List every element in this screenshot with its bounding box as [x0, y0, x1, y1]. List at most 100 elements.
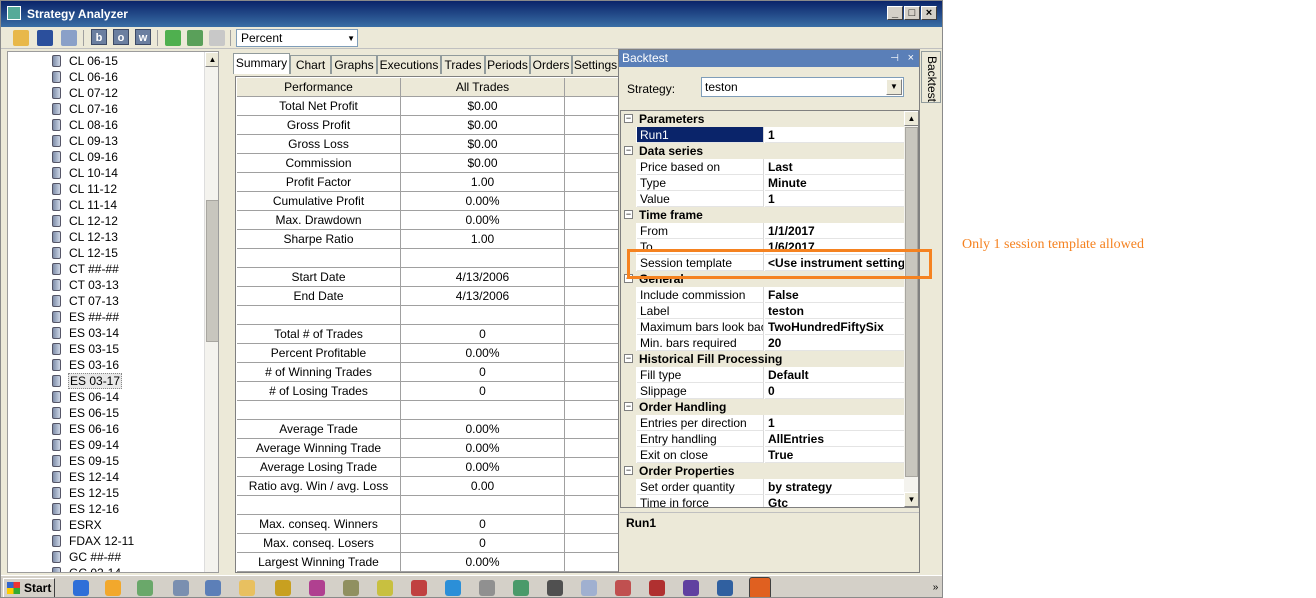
instrument-item[interactable]: ES 03-14: [8, 325, 204, 341]
browser-icon[interactable]: [749, 577, 771, 597]
instrument-item[interactable]: ESRX: [8, 517, 204, 533]
scroll-up-icon[interactable]: ▲: [205, 52, 218, 67]
firefox-icon[interactable]: [105, 580, 121, 596]
tab-chart[interactable]: Chart: [290, 55, 331, 74]
instrument-scrollbar[interactable]: ▲: [204, 52, 218, 572]
property-row[interactable]: Fill type Default: [621, 367, 904, 383]
instrument-item[interactable]: CL 08-16: [8, 117, 204, 133]
instrument-item[interactable]: ES 06-14: [8, 389, 204, 405]
property-value[interactable]: teston: [765, 303, 904, 319]
instrument-item[interactable]: CL 12-15: [8, 245, 204, 261]
property-category[interactable]: − Order Properties: [621, 463, 904, 479]
edit-icon[interactable]: [187, 30, 203, 46]
maximize-button[interactable]: □: [904, 6, 920, 20]
property-value[interactable]: 1: [765, 191, 904, 207]
property-value[interactable]: 1: [765, 127, 904, 143]
print-icon[interactable]: [61, 30, 77, 46]
property-row[interactable]: From 1/1/2017: [621, 223, 904, 239]
collapse-icon[interactable]: −: [624, 210, 633, 219]
instrument-item[interactable]: CL 07-16: [8, 101, 204, 117]
folder-icon[interactable]: [239, 580, 255, 596]
instrument-item[interactable]: ES 06-16: [8, 421, 204, 437]
instrument-item[interactable]: CT 03-13: [8, 277, 204, 293]
instrument-item[interactable]: ES ##-##: [8, 309, 204, 325]
save-icon[interactable]: [37, 30, 53, 46]
property-category[interactable]: − Time frame: [621, 207, 904, 223]
search-icon[interactable]: [615, 580, 631, 596]
b-button[interactable]: b: [91, 29, 107, 45]
property-value[interactable]: 1: [765, 415, 904, 431]
strategy-select[interactable]: teston ▼: [701, 77, 904, 97]
property-value[interactable]: False: [765, 287, 904, 303]
instrument-item[interactable]: CL 12-13: [8, 229, 204, 245]
instrument-item[interactable]: CL 06-15: [8, 53, 204, 69]
collapse-icon[interactable]: −: [624, 402, 633, 411]
collapse-icon[interactable]: −: [624, 114, 633, 123]
property-category[interactable]: − Historical Fill Processing: [621, 351, 904, 367]
tab-settings[interactable]: Settings: [572, 55, 619, 74]
property-row[interactable]: Time in force Gtc: [621, 495, 904, 507]
ninjatrader-icon[interactable]: [411, 580, 427, 596]
property-value[interactable]: TwoHundredFiftySix: [765, 319, 904, 335]
display-unit-select[interactable]: Percent ▼: [236, 29, 358, 47]
close-button[interactable]: ×: [921, 6, 937, 20]
tab-periods[interactable]: Periods: [485, 55, 530, 74]
network-icon[interactable]: [205, 580, 221, 596]
instrument-item[interactable]: CL 09-16: [8, 149, 204, 165]
close-icon[interactable]: ×: [908, 50, 914, 67]
instrument-item[interactable]: GC 02-14: [8, 565, 204, 572]
scroll-down-icon[interactable]: ▼: [904, 492, 918, 507]
property-row[interactable]: Slippage 0: [621, 383, 904, 399]
skype-icon[interactable]: [445, 580, 461, 596]
chrome-icon[interactable]: [137, 580, 153, 596]
property-row[interactable]: Entry handling AllEntries: [621, 431, 904, 447]
property-value[interactable]: Default: [765, 367, 904, 383]
collapse-icon[interactable]: −: [624, 146, 633, 155]
people-icon[interactable]: [683, 580, 699, 596]
chevron-down-icon[interactable]: ▼: [886, 79, 902, 95]
instrument-item[interactable]: ES 09-14: [8, 437, 204, 453]
property-row[interactable]: Run1 1: [621, 127, 904, 143]
property-row[interactable]: Entries per direction 1: [621, 415, 904, 431]
globe-icon[interactable]: [717, 580, 733, 596]
person-icon[interactable]: [649, 580, 665, 596]
property-category[interactable]: − Parameters: [621, 111, 904, 127]
start-button[interactable]: Start: [3, 578, 55, 597]
collapse-icon[interactable]: −: [624, 466, 633, 475]
document-icon[interactable]: [581, 580, 597, 596]
map-icon[interactable]: [513, 580, 529, 596]
property-value[interactable]: 20: [765, 335, 904, 351]
property-value[interactable]: 1/1/2017: [765, 223, 904, 239]
tool-icon[interactable]: [343, 580, 359, 596]
instrument-item[interactable]: CL 11-12: [8, 181, 204, 197]
property-value[interactable]: Last: [765, 159, 904, 175]
property-row[interactable]: Exit on close True: [621, 447, 904, 463]
instrument-item[interactable]: GC ##-##: [8, 549, 204, 565]
tab-summary[interactable]: Summary: [233, 53, 290, 74]
tab-orders[interactable]: Orders: [530, 55, 572, 74]
instrument-item[interactable]: ES 03-16: [8, 357, 204, 373]
instrument-item[interactable]: FDAX 12-11: [8, 533, 204, 549]
instrument-item[interactable]: ES 03-15: [8, 341, 204, 357]
tab-trades[interactable]: Trades: [441, 55, 485, 74]
instrument-item[interactable]: CL 06-16: [8, 69, 204, 85]
property-value[interactable]: Minute: [765, 175, 904, 191]
tab-graphs[interactable]: Graphs: [331, 55, 377, 74]
instrument-item[interactable]: ES 03-17: [8, 373, 204, 389]
property-row[interactable]: Include commission False: [621, 287, 904, 303]
property-row[interactable]: Label teston: [621, 303, 904, 319]
property-row[interactable]: Set order quantity by strategy: [621, 479, 904, 495]
instrument-item[interactable]: CT 07-13: [8, 293, 204, 309]
instrument-item[interactable]: CL 09-13: [8, 133, 204, 149]
property-category[interactable]: − Data series: [621, 143, 904, 159]
scroll-thumb[interactable]: [206, 200, 218, 342]
add-icon[interactable]: [165, 30, 181, 46]
property-value[interactable]: 0: [765, 383, 904, 399]
remove-icon[interactable]: [209, 30, 225, 46]
property-row[interactable]: Value 1: [621, 191, 904, 207]
instrument-item[interactable]: ES 12-14: [8, 469, 204, 485]
backtest-side-tab[interactable]: Backtest: [921, 51, 941, 103]
scroll-thumb[interactable]: [905, 127, 918, 477]
property-value[interactable]: AllEntries: [765, 431, 904, 447]
instrument-item[interactable]: CL 12-12: [8, 213, 204, 229]
